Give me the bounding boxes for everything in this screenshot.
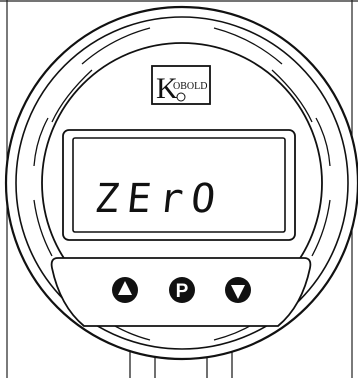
lcd-readout: ZErO (93, 176, 226, 222)
up-button[interactable] (112, 277, 138, 303)
lcd-display: ZErO (62, 129, 296, 241)
down-button[interactable] (225, 277, 251, 303)
kobold-display-device: K OBOLD ZErO P (0, 0, 358, 378)
program-button[interactable]: P (169, 277, 195, 303)
brand-logo: K OBOLD (151, 65, 211, 105)
brand-rest: OBOLD (173, 81, 207, 92)
program-button-label: P (176, 281, 189, 302)
